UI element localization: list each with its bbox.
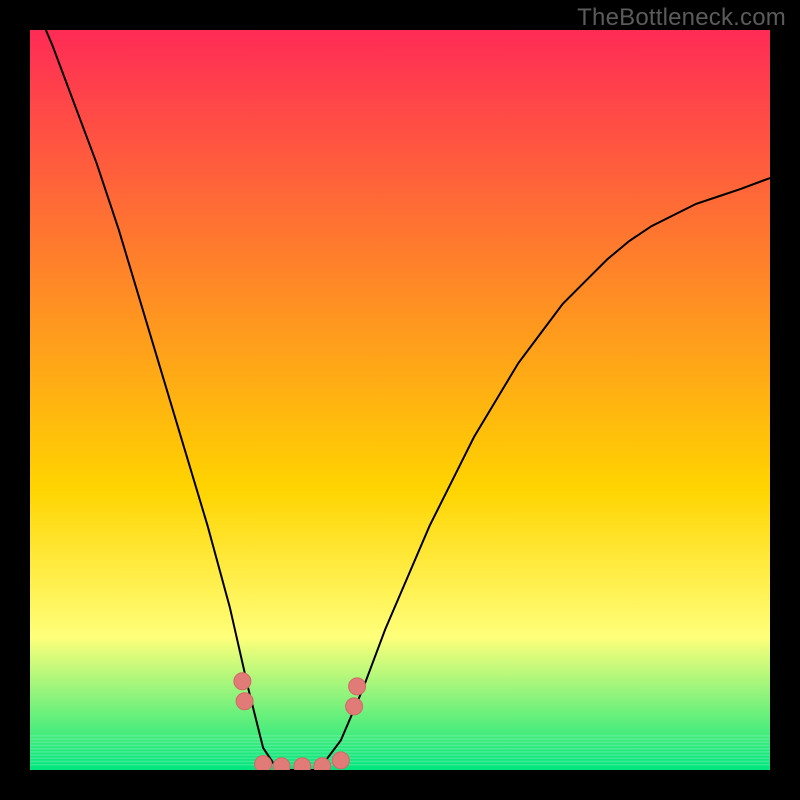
bottom-stripe <box>30 735 770 736</box>
bottleneck-chart <box>30 30 770 770</box>
trough-marker <box>234 673 251 690</box>
bottom-stripe <box>30 742 770 743</box>
bottom-stripe <box>30 738 770 739</box>
trough-marker <box>314 758 331 770</box>
trough-marker <box>236 693 253 710</box>
gradient-background <box>30 30 770 770</box>
trough-marker <box>349 678 366 695</box>
trough-marker <box>346 698 363 715</box>
watermark-text: TheBottleneck.com <box>577 4 786 32</box>
bottom-stripe <box>30 745 770 746</box>
trough-marker <box>273 758 290 770</box>
bottom-stripe <box>30 751 770 752</box>
bottom-stripe <box>30 758 770 759</box>
bottom-stripe <box>30 761 770 762</box>
trough-marker <box>332 752 349 769</box>
bottom-stripe <box>30 764 770 765</box>
bottom-stripe <box>30 748 770 749</box>
trough-marker <box>255 756 272 770</box>
trough-marker <box>294 758 311 770</box>
plot-area <box>30 30 770 770</box>
chart-frame: TheBottleneck.com <box>0 0 800 800</box>
bottom-stripe <box>30 754 770 755</box>
